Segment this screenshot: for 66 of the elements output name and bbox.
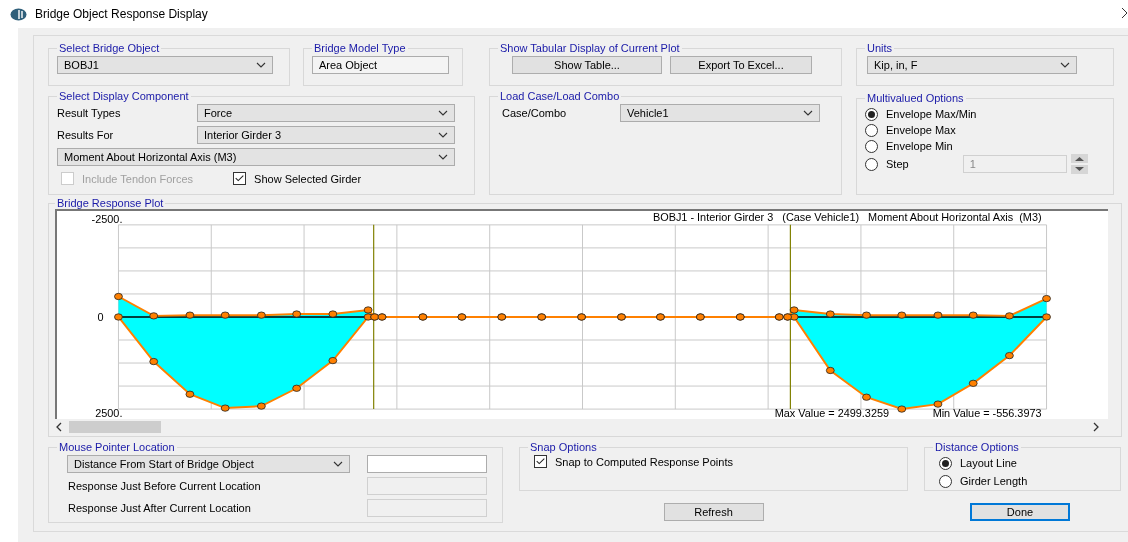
group-title: Multivalued Options xyxy=(866,92,965,104)
close-icon[interactable] xyxy=(1122,8,1128,18)
min-value-label: Min Value = -556.3973 xyxy=(932,407,1042,419)
checkbox-label: Show Selected Girder xyxy=(254,172,362,185)
max-value-label: Max Value = 2499.3259 xyxy=(774,407,890,419)
radio-button[interactable] xyxy=(939,474,952,488)
dropdown-caret-icon xyxy=(333,461,343,467)
group-title: Units xyxy=(866,42,894,54)
field-label: Result Types xyxy=(57,107,122,119)
dialog-button[interactable]: Done xyxy=(970,503,1070,521)
axis-label: 0 xyxy=(97,310,104,323)
result-types-dropdown[interactable]: Force xyxy=(197,104,455,122)
radio-button[interactable] xyxy=(865,123,878,137)
location-field[interactable] xyxy=(367,455,487,473)
window-title: Bridge Object Response Display xyxy=(35,7,208,21)
axis-label: 2500. xyxy=(95,407,123,419)
chart-title: BOBJ1 - Interior Girder 3 (Case Vehicle1) Moment About Horizontal Axis (M3) xyxy=(652,210,1042,223)
field-label: Response Just After Current Location xyxy=(67,502,252,514)
app-icon xyxy=(10,7,27,21)
dialog-button[interactable]: Refresh xyxy=(663,503,764,521)
group-title: Bridge Response Plot xyxy=(56,197,165,209)
axis-label: -2500. xyxy=(91,212,123,225)
dropdown-caret-icon xyxy=(438,110,448,116)
radio-label: Step xyxy=(886,158,909,170)
component-dropdown[interactable]: Moment About Horizontal Axis (M3) xyxy=(57,148,455,166)
radio-button[interactable] xyxy=(865,157,878,171)
group-title: Snap Options xyxy=(529,441,598,453)
case-combo-dropdown[interactable]: Vehicle1 xyxy=(620,104,820,122)
radio-button[interactable] xyxy=(865,139,878,153)
group-title: Select Bridge Object xyxy=(58,42,161,54)
checkbox[interactable] xyxy=(233,172,247,185)
table-button[interactable]: Export To Excel... xyxy=(670,56,812,74)
dropdown-caret-icon xyxy=(1060,62,1070,68)
scroll-left-icon[interactable] xyxy=(55,422,63,432)
group-title: Distance Options xyxy=(934,441,1020,453)
dropdown-caret-icon xyxy=(256,62,266,68)
field-label: Response Just Before Current Location xyxy=(67,480,262,492)
radio-label: Envelope Max xyxy=(886,124,956,136)
bridge-object-dropdown[interactable]: BOBJ1 xyxy=(57,56,273,74)
checkbox-label: Snap to Computed Response Points xyxy=(555,455,733,468)
dropdown-caret-icon xyxy=(438,132,448,138)
table-button[interactable]: Show Table... xyxy=(512,56,662,74)
units-dropdown[interactable]: Kip, in, F xyxy=(867,56,1077,74)
radio-label: Envelope Min xyxy=(886,140,953,152)
scroll-right-icon[interactable] xyxy=(1092,422,1100,432)
radio-button[interactable] xyxy=(865,107,878,121)
field-label: Results For xyxy=(57,129,115,141)
scrollbar-thumb[interactable] xyxy=(69,421,161,433)
checkbox[interactable] xyxy=(534,455,547,468)
radio-button[interactable] xyxy=(939,456,952,470)
checkbox-label: Include Tendon Forces xyxy=(82,172,194,185)
radio-label: Girder Length xyxy=(960,475,1028,487)
model-type-field: Area Object xyxy=(312,56,449,74)
group-title: Select Display Component xyxy=(58,90,190,102)
field-label: Case/Combo xyxy=(502,107,568,119)
dropdown-caret-icon xyxy=(438,154,448,160)
group-title: Load Case/Load Combo xyxy=(499,90,621,102)
group-title: Mouse Pointer Location xyxy=(58,441,176,453)
results-for-dropdown[interactable]: Interior Girder 3 xyxy=(197,126,455,144)
location-mode-dropdown[interactable]: Distance From Start of Bridge Object xyxy=(67,455,350,473)
group-title: Show Tabular Display of Current Plot xyxy=(499,42,681,54)
radio-label: Layout Line xyxy=(960,457,1017,469)
radio-label: Envelope Max/Min xyxy=(886,108,977,120)
spinner-icon[interactable] xyxy=(1070,154,1088,174)
group-title: Bridge Model Type xyxy=(313,42,407,54)
dropdown-caret-icon xyxy=(803,110,813,116)
